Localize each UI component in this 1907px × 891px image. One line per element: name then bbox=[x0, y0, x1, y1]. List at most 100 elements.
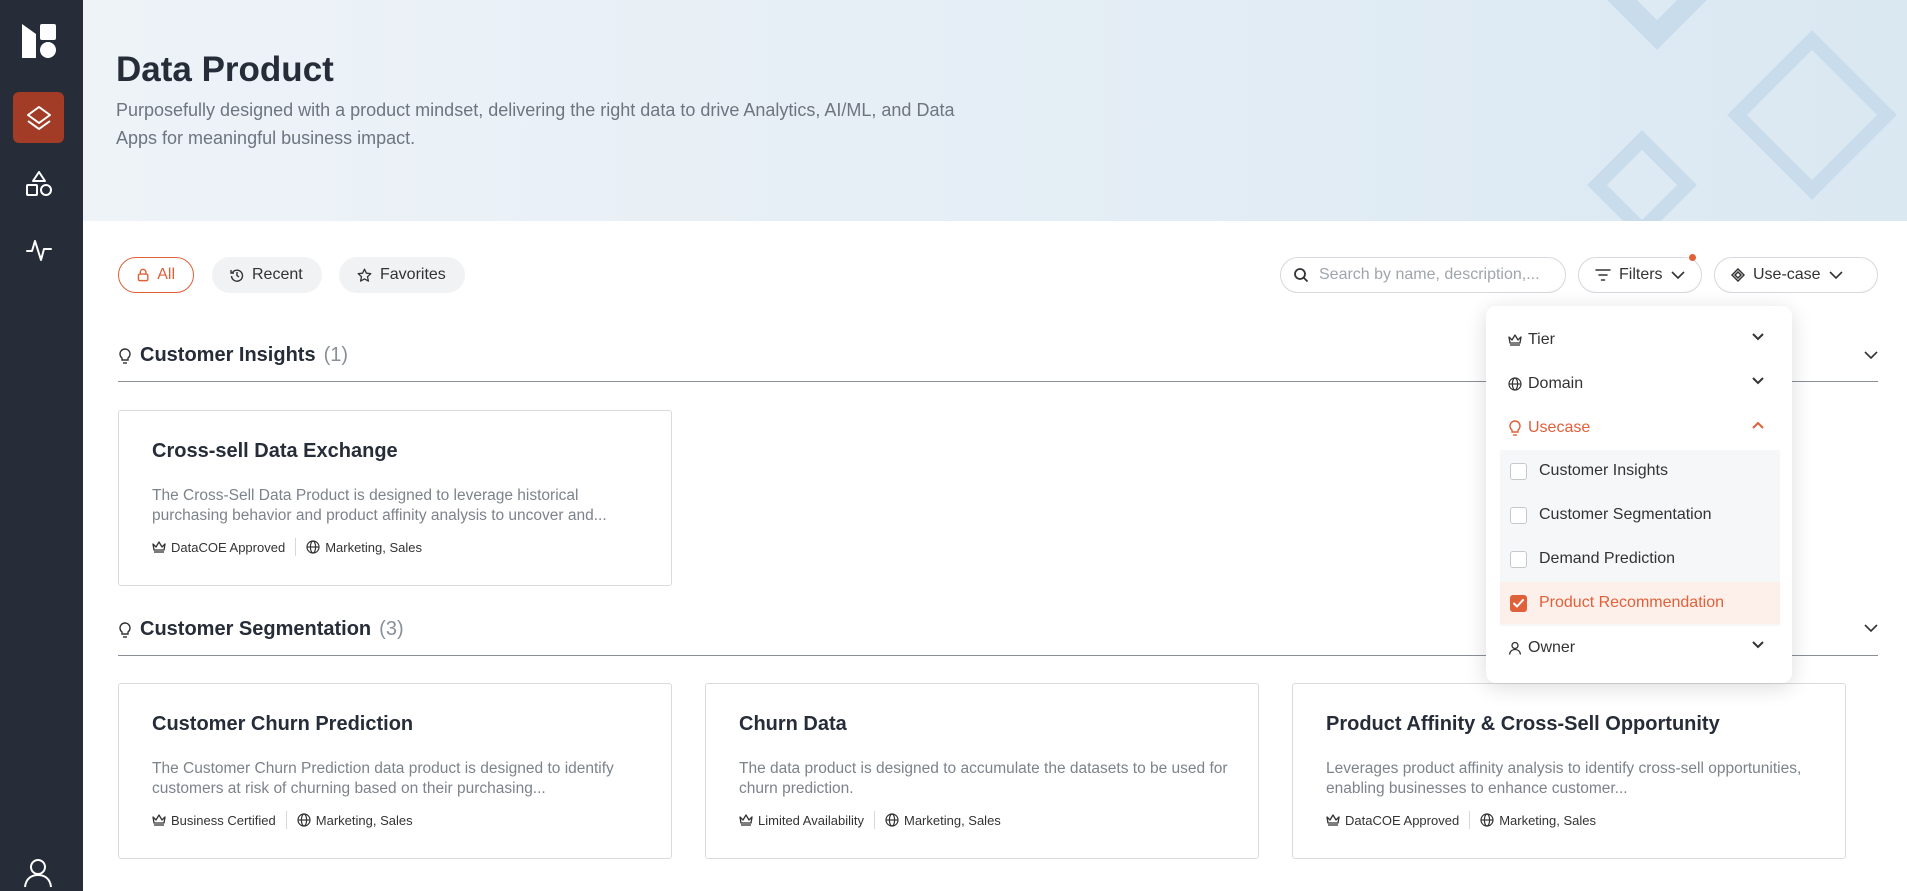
domain-badge: Marketing, Sales bbox=[1480, 813, 1596, 828]
card-meta: DataCOE Approved Marketing, Sales bbox=[1326, 811, 1596, 829]
usecase-options: Customer Insights Customer Segmentation … bbox=[1500, 450, 1780, 626]
sidebar-item-activity[interactable] bbox=[13, 224, 64, 275]
card-description: Leverages product affinity analysis to i… bbox=[1326, 760, 1802, 797]
divider bbox=[295, 538, 297, 556]
option-label: Demand Prediction bbox=[1539, 550, 1676, 567]
product-card[interactable]: Cross-sell Data Exchange The Cross-Sell … bbox=[118, 410, 672, 586]
option-label: Product Recommendation bbox=[1539, 594, 1724, 611]
chevron-down-icon[interactable] bbox=[1864, 348, 1878, 362]
tier-label: Limited Availability bbox=[758, 812, 864, 828]
tab-recent[interactable]: Recent bbox=[212, 257, 322, 293]
crown-icon bbox=[152, 814, 166, 826]
chevron-down-icon bbox=[1752, 333, 1764, 341]
filters-button[interactable]: Filters bbox=[1578, 257, 1702, 293]
filter-group-label: Usecase bbox=[1528, 419, 1591, 436]
checkbox[interactable] bbox=[1510, 462, 1527, 480]
filter-group-domain[interactable]: Domain bbox=[1508, 364, 1776, 404]
usecase-label: Use-case bbox=[1753, 266, 1821, 283]
usecase-option-customer-segmentation[interactable]: Customer Segmentation bbox=[1500, 494, 1780, 536]
user-icon bbox=[1508, 641, 1522, 655]
page-header: Data Product Purposefully designed with … bbox=[83, 0, 1907, 221]
lock-icon bbox=[137, 268, 149, 282]
card-description: The Cross-Sell Data Product is designed … bbox=[152, 487, 607, 524]
sidebar-item-shapes[interactable] bbox=[13, 158, 64, 209]
chevron-down-icon[interactable] bbox=[1864, 621, 1878, 635]
usecase-button[interactable]: Use-case bbox=[1714, 257, 1878, 293]
filter-group-label: Tier bbox=[1528, 331, 1555, 348]
card-title: Churn Data bbox=[739, 713, 847, 735]
card-title: Customer Churn Prediction bbox=[152, 713, 414, 735]
checkbox[interactable] bbox=[1510, 506, 1527, 524]
tab-label: All bbox=[157, 266, 175, 283]
divider bbox=[285, 811, 287, 829]
tier-badge: DataCOE Approved bbox=[152, 540, 285, 555]
section-count: (1) bbox=[323, 344, 349, 366]
chevron-down-icon bbox=[1752, 377, 1764, 385]
section-title: Customer Insights bbox=[140, 344, 316, 366]
card-title: Cross-sell Data Exchange bbox=[152, 440, 398, 462]
tab-favorites[interactable]: Favorites bbox=[339, 257, 465, 293]
crown-icon bbox=[1326, 814, 1340, 826]
chevron-down-icon bbox=[1670, 270, 1685, 279]
globe-icon bbox=[1508, 377, 1522, 391]
tier-label: DataCOE Approved bbox=[1345, 812, 1460, 828]
crown-icon bbox=[1508, 334, 1522, 346]
divider bbox=[1469, 811, 1471, 829]
filters-dropdown: Tier Domain Usecase Customer Insights Cu… bbox=[1486, 306, 1792, 683]
card-description: The data product is designed to accumula… bbox=[739, 760, 1228, 797]
usecase-option-demand-prediction[interactable]: Demand Prediction bbox=[1500, 538, 1780, 580]
star-icon bbox=[357, 268, 372, 282]
checkbox[interactable] bbox=[1510, 550, 1527, 568]
brand-logo[interactable] bbox=[20, 22, 58, 60]
user-icon[interactable] bbox=[22, 856, 54, 888]
filter-group-tier[interactable]: Tier bbox=[1508, 320, 1776, 360]
chevron-down-icon bbox=[1829, 270, 1843, 279]
option-label: Customer Insights bbox=[1539, 462, 1668, 479]
tier-badge: Business Certified bbox=[152, 813, 276, 828]
decorative-pattern bbox=[1587, 0, 1897, 221]
bulb-icon bbox=[119, 621, 131, 638]
usecase-icon bbox=[1731, 268, 1745, 282]
section-header-customer-segmentation[interactable]: Customer Segmentation (3) bbox=[118, 618, 404, 641]
filter-active-dot bbox=[1689, 254, 1696, 261]
filter-group-label: Domain bbox=[1528, 375, 1584, 392]
shapes-icon bbox=[25, 170, 52, 196]
tab-label: Recent bbox=[252, 266, 303, 283]
globe-icon bbox=[306, 540, 320, 554]
filters-label: Filters bbox=[1619, 266, 1663, 283]
product-card[interactable]: Customer Churn Prediction The Customer C… bbox=[118, 683, 672, 859]
card-description: The Customer Churn Prediction data produ… bbox=[152, 760, 614, 797]
domain-badge: Marketing, Sales bbox=[306, 540, 422, 555]
tab-all[interactable]: All bbox=[118, 257, 194, 293]
domain-label: Marketing, Sales bbox=[325, 539, 423, 555]
card-meta: Limited Availability Marketing, Sales bbox=[739, 811, 1001, 829]
tier-label: DataCOE Approved bbox=[171, 539, 286, 555]
chevron-up-icon bbox=[1752, 421, 1764, 429]
section-header-customer-insights[interactable]: Customer Insights (1) bbox=[118, 344, 348, 367]
filter-icon bbox=[1595, 269, 1611, 281]
page-title: Data Product bbox=[116, 50, 334, 89]
product-card[interactable]: Product Affinity & Cross-Sell Opportunit… bbox=[1292, 683, 1846, 859]
crown-icon bbox=[739, 814, 753, 826]
checkbox[interactable] bbox=[1510, 594, 1527, 612]
filter-group-owner[interactable]: Owner bbox=[1508, 628, 1776, 668]
bulb-icon bbox=[1509, 420, 1521, 436]
usecase-option-product-recommendation[interactable]: Product Recommendation bbox=[1500, 582, 1780, 624]
sidebar-item-data-products[interactable] bbox=[13, 92, 64, 143]
usecase-option-customer-insights[interactable]: Customer Insights bbox=[1500, 450, 1780, 492]
domain-label: Marketing, Sales bbox=[315, 812, 413, 828]
history-icon bbox=[230, 269, 244, 282]
section-title: Customer Segmentation bbox=[140, 618, 372, 640]
globe-icon bbox=[1480, 813, 1494, 827]
page-subtitle: Purposefully designed with a product min… bbox=[116, 100, 955, 148]
filter-group-usecase[interactable]: Usecase bbox=[1508, 408, 1776, 448]
option-label: Customer Segmentation bbox=[1539, 506, 1712, 523]
card-meta: DataCOE Approved Marketing, Sales bbox=[152, 538, 422, 556]
tier-badge: DataCOE Approved bbox=[1326, 813, 1459, 828]
search-input[interactable] bbox=[1319, 266, 1549, 284]
crown-icon bbox=[152, 541, 166, 553]
domain-label: Marketing, Sales bbox=[903, 812, 1001, 828]
product-card[interactable]: Churn Data The data product is designed … bbox=[705, 683, 1259, 859]
section-count: (3) bbox=[379, 618, 404, 640]
globe-icon bbox=[297, 813, 311, 827]
